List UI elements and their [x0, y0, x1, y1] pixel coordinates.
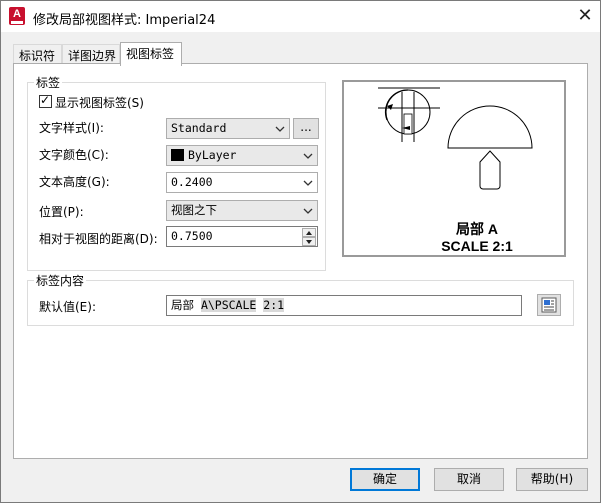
text-height-combo[interactable]: 0.2400: [166, 172, 318, 193]
triangle-up-icon: [306, 231, 312, 235]
tab-label: 标识符: [19, 49, 56, 63]
title-bar[interactable]: A 修改局部视图样式: Imperial24 ✕: [1, 1, 600, 32]
distance-value: 0.7500: [171, 229, 213, 243]
location-value: 视图之下: [171, 203, 217, 217]
window-title: 修改局部视图样式: Imperial24: [33, 13, 216, 28]
default-value-input[interactable]: 局部 A\PSCALE 2:1: [166, 295, 522, 316]
chevron-down-icon: [303, 208, 313, 214]
insert-field-button[interactable]: [537, 294, 561, 316]
tab-identifier[interactable]: 标识符: [13, 44, 62, 65]
triangle-down-icon: [306, 240, 312, 244]
help-button[interactable]: 帮助(H): [516, 468, 588, 491]
checkmark-icon: ✓: [40, 93, 51, 107]
text-style-dropdown[interactable]: Standard: [166, 118, 290, 139]
label-group-title: 标签: [34, 74, 63, 91]
text-color-dropdown[interactable]: ByLayer: [166, 145, 318, 166]
color-swatch: [171, 149, 184, 161]
default-value-tail: 2:1: [263, 298, 285, 312]
chevron-down-icon: [275, 126, 285, 132]
distance-input[interactable]: 0.7500: [166, 226, 318, 247]
content-group-title: 标签内容: [34, 272, 87, 289]
default-value-code: A\PSCALE: [200, 298, 257, 312]
tab-label: 视图标签: [126, 47, 175, 61]
autocad-icon: A: [9, 7, 25, 25]
text-height-value: 0.2400: [171, 175, 213, 189]
cancel-button[interactable]: 取消: [434, 468, 504, 491]
preview-label-line1: 局部 A: [456, 221, 498, 237]
dialog-window: A 修改局部视图样式: Imperial24 ✕ 标识符 详图边界 视图标签 标…: [0, 0, 601, 503]
preview-label-line2: SCALE 2:1: [441, 238, 513, 254]
spin-up-button[interactable]: [302, 228, 316, 237]
show-label-checkbox[interactable]: ✓: [39, 93, 52, 108]
app-icon-letter: A: [13, 8, 21, 20]
distance-label: 相对于视图的距离(D):: [39, 232, 158, 246]
show-label-text: 显示视图标签(S): [55, 96, 144, 110]
location-dropdown[interactable]: 视图之下: [166, 200, 318, 221]
text-style-label: 文字样式(I):: [39, 121, 104, 135]
default-value-plain: 局部: [171, 298, 194, 312]
spin-down-button[interactable]: [302, 237, 316, 246]
location-label: 位置(P):: [39, 205, 84, 219]
preview-pane: 局部 A SCALE 2:1: [342, 80, 566, 257]
chevron-down-icon: [303, 180, 313, 186]
tab-label: 详图边界: [68, 49, 117, 63]
default-value-label: 默认值(E):: [39, 300, 96, 314]
insert-field-icon: [541, 297, 557, 313]
text-color-label: 文字颜色(C):: [39, 148, 109, 162]
chevron-down-icon: [303, 153, 313, 159]
tab-view-label[interactable]: 视图标签: [120, 42, 182, 66]
tab-detail-boundary[interactable]: 详图边界: [62, 44, 120, 65]
text-height-label: 文本高度(G):: [39, 175, 110, 189]
ok-button[interactable]: 确定: [350, 468, 420, 491]
text-color-value: ByLayer: [188, 148, 237, 162]
close-icon[interactable]: ✕: [572, 4, 598, 28]
text-style-browse-button[interactable]: ...: [293, 118, 319, 139]
text-style-value: Standard: [171, 121, 227, 135]
